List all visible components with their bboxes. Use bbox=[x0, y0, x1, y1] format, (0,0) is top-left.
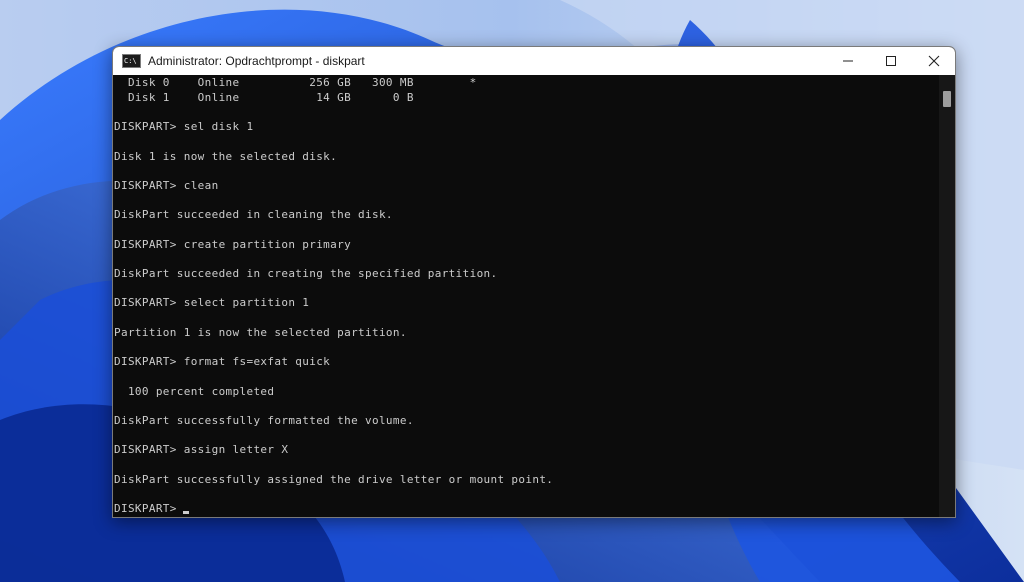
terminal-prompt-line[interactable]: DISKPART> bbox=[114, 501, 184, 517]
terminal-line: DISKPART> format fs=exfat quick bbox=[114, 355, 331, 368]
close-icon bbox=[928, 55, 939, 67]
terminal-line: Disk 0 Online 256 GB 300 MB * bbox=[114, 76, 477, 89]
minimize-button[interactable] bbox=[826, 47, 869, 75]
terminal-line: DISKPART> create partition primary bbox=[114, 238, 352, 251]
text-cursor bbox=[183, 511, 189, 514]
cmd-app-icon: C:\ bbox=[122, 54, 141, 68]
scrollbar-thumb[interactable] bbox=[943, 91, 951, 107]
maximize-button[interactable] bbox=[869, 47, 912, 75]
window-controls bbox=[826, 47, 955, 75]
terminal-line: 100 percent completed bbox=[114, 385, 275, 398]
terminal-line: DiskPart succeeded in creating the speci… bbox=[114, 267, 498, 280]
terminal-line: DISKPART> sel disk 1 bbox=[114, 120, 254, 133]
title-bar[interactable]: C:\ Administrator: Opdrachtprompt - disk… bbox=[113, 47, 955, 75]
terminal-line: DiskPart succeeded in cleaning the disk. bbox=[114, 208, 393, 221]
command-prompt-window[interactable]: C:\ Administrator: Opdrachtprompt - disk… bbox=[112, 46, 956, 518]
terminal-line: DISKPART> clean bbox=[114, 179, 219, 192]
close-button[interactable] bbox=[912, 47, 955, 75]
terminal-output[interactable]: Disk 0 Online 256 GB 300 MB * Disk 1 Onl… bbox=[113, 75, 939, 517]
window-title: Administrator: Opdrachtprompt - diskpart bbox=[148, 54, 365, 68]
terminal-line: DiskPart successfully formatted the volu… bbox=[114, 414, 414, 427]
minimize-icon bbox=[842, 60, 853, 62]
vertical-scrollbar[interactable] bbox=[939, 75, 955, 517]
terminal-line: DISKPART> assign letter X bbox=[114, 443, 289, 456]
terminal-line: DISKPART> select partition 1 bbox=[114, 296, 310, 309]
terminal-line: Partition 1 is now the selected partitio… bbox=[114, 326, 407, 339]
maximize-icon bbox=[885, 56, 896, 66]
terminal-line: Disk 1 is now the selected disk. bbox=[114, 150, 338, 163]
terminal-line: DiskPart successfully assigned the drive… bbox=[114, 473, 554, 486]
terminal-line: Disk 1 Online 14 GB 0 B bbox=[114, 91, 414, 104]
